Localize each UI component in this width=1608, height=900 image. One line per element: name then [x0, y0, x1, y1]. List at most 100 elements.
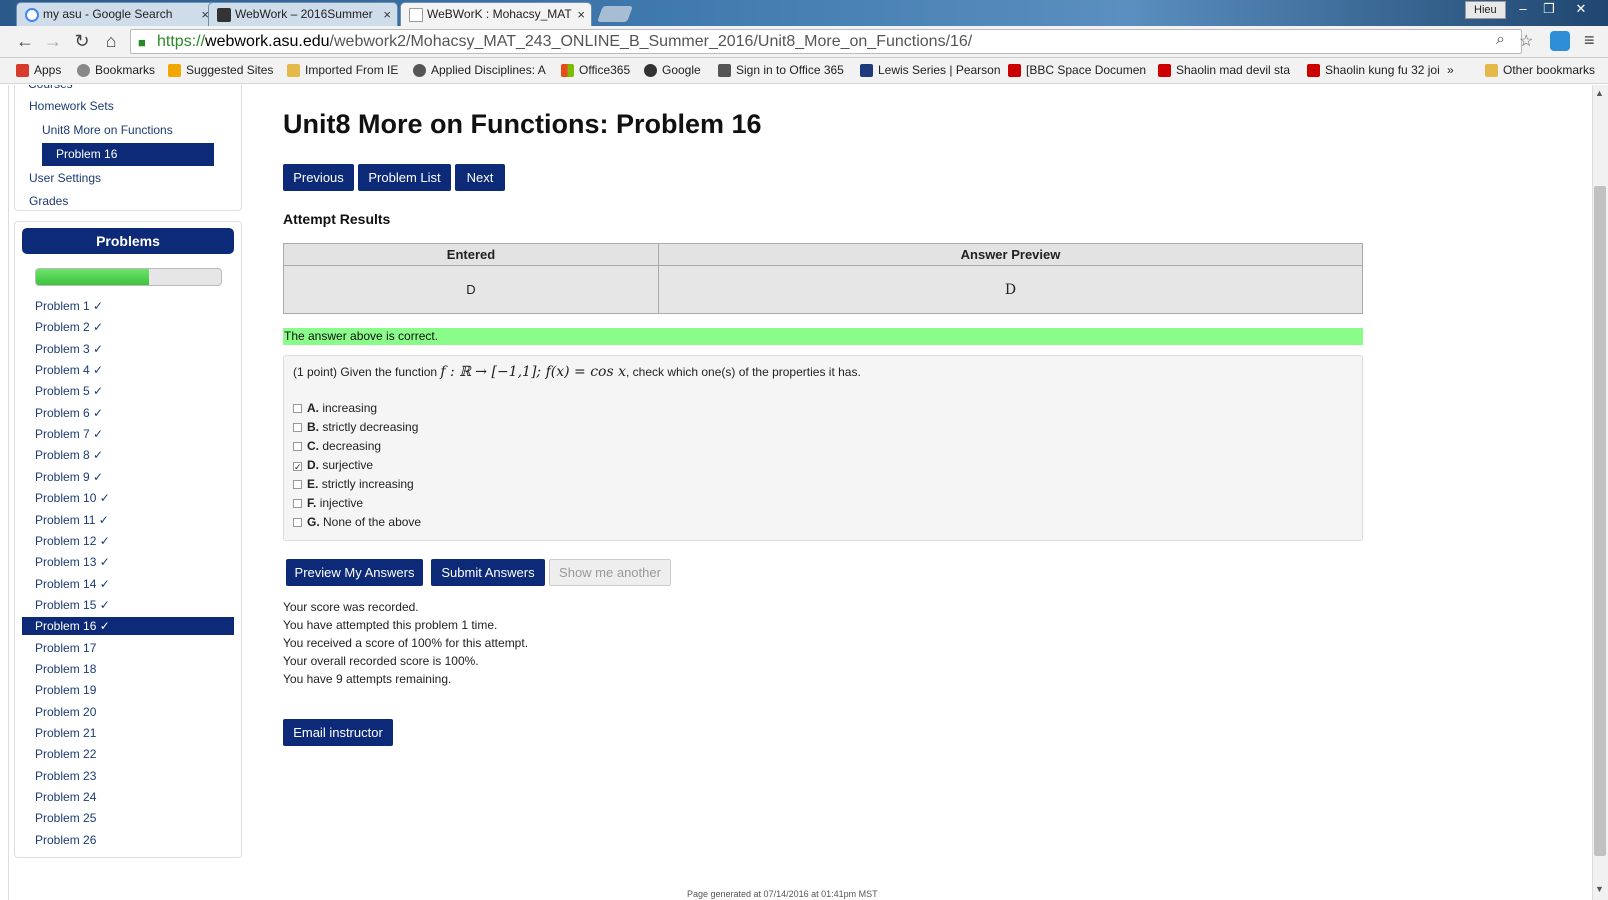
- close-window-icon[interactable]: ✕: [1568, 0, 1594, 18]
- bookmark-bookmarks[interactable]: Bookmarks: [77, 63, 155, 77]
- choice-f[interactable]: F. injective: [293, 496, 363, 510]
- sidebar-problem-item[interactable]: Problem 5 ✓: [22, 382, 234, 400]
- bookmark-label: [BBC Space Documen: [1026, 63, 1147, 77]
- sidebar-problem-item[interactable]: Problem 2 ✓: [22, 318, 234, 336]
- sidebar-problem-item[interactable]: Problem 16 ✓: [22, 617, 234, 635]
- checkbox[interactable]: [293, 480, 302, 489]
- home-icon[interactable]: ⌂: [100, 31, 122, 52]
- sidebar-problem-item[interactable]: Problem 20: [22, 703, 234, 721]
- reload-icon[interactable]: ↻: [71, 31, 93, 52]
- checkbox[interactable]: [293, 423, 302, 432]
- new-tab-button[interactable]: [597, 6, 633, 22]
- choice-letter: C.: [307, 439, 319, 453]
- choice-e[interactable]: E. strictly increasing: [293, 477, 414, 491]
- sidebar-problem-item[interactable]: Problem 17: [22, 639, 234, 657]
- bookmark-star-icon[interactable]: ☆: [1519, 31, 1533, 51]
- bookmark-suggested-sites[interactable]: Suggested Sites: [168, 63, 273, 77]
- bookmark-office365[interactable]: Office365: [561, 63, 630, 77]
- bookmark-applied-disciplines[interactable]: Applied Disciplines: A: [413, 63, 546, 77]
- sidebar-problem-item[interactable]: Problem 24: [22, 788, 234, 806]
- choice-g[interactable]: G. None of the above: [293, 515, 421, 529]
- browser-tab-google[interactable]: my asu - Google Search ×: [16, 2, 216, 26]
- scroll-up-arrow-icon[interactable]: ▲: [1595, 88, 1604, 98]
- sidebar-problem-item[interactable]: Problem 19: [22, 681, 234, 699]
- sidebar-problem-item[interactable]: Problem 7 ✓: [22, 425, 234, 443]
- score-line: Your overall recorded score is 100%.: [283, 654, 479, 668]
- extension-cloud-icon[interactable]: [1550, 31, 1570, 51]
- minimize-icon[interactable]: –: [1510, 0, 1536, 18]
- sidebar-problem-item[interactable]: Problem 3 ✓: [22, 340, 234, 358]
- bookmark-imported-from-ie[interactable]: Imported From IE: [287, 63, 398, 77]
- sidebar-current-problem[interactable]: Problem 16: [42, 143, 214, 166]
- browser-tab-webwork-bb[interactable]: WebWork – 2016Summer ×: [208, 2, 398, 26]
- progress-bar: [35, 268, 222, 286]
- sidebar-problem-item[interactable]: Problem 8 ✓: [22, 446, 234, 464]
- sidebar-problem-item[interactable]: Problem 1 ✓: [22, 297, 234, 315]
- problem-list-button[interactable]: Problem List: [358, 164, 451, 191]
- tab-close-icon[interactable]: ×: [383, 7, 391, 22]
- sidebar-problem-item[interactable]: Problem 10 ✓: [22, 489, 234, 507]
- tab-close-icon[interactable]: ×: [577, 7, 585, 22]
- address-bar[interactable]: ■ https://webwork.asu.edu/webwork2/Mohac…: [130, 29, 1522, 54]
- sidebar-link-grades[interactable]: Grades: [29, 194, 68, 208]
- sidebar-link-set-name[interactable]: Unit8 More on Functions: [42, 123, 173, 137]
- sidebar-problem-item[interactable]: Problem 14 ✓: [22, 575, 234, 593]
- email-instructor-button[interactable]: Email instructor: [283, 719, 393, 746]
- page-title: Unit8 More on Functions: Problem 16: [283, 109, 762, 139]
- suggested-sites-icon: [168, 64, 181, 77]
- scrollbar-thumb[interactable]: [1594, 186, 1606, 856]
- sidebar-problem-item[interactable]: Problem 12 ✓: [22, 532, 234, 550]
- doc-icon: [718, 64, 731, 77]
- choice-c[interactable]: C. decreasing: [293, 439, 381, 453]
- bookmark-other-bookmarks[interactable]: Other bookmarks: [1485, 63, 1595, 77]
- sidebar-link-homework-sets[interactable]: Homework Sets: [29, 99, 114, 113]
- bookmark-lewis-series[interactable]: Lewis Series | Pearson: [860, 63, 1001, 77]
- previous-button[interactable]: Previous: [283, 164, 354, 191]
- bookmark-google[interactable]: Google: [644, 63, 701, 77]
- sidebar-problem-item[interactable]: Problem 23: [22, 767, 234, 785]
- sidebar-problem-item[interactable]: Problem 22: [22, 745, 234, 763]
- choice-b[interactable]: B. strictly decreasing: [293, 420, 418, 434]
- sidebar-problem-item[interactable]: Problem 18: [22, 660, 234, 678]
- choice-d[interactable]: ✓ D. surjective: [293, 458, 373, 472]
- sidebar-problem-item[interactable]: Problem 9 ✓: [22, 468, 234, 486]
- progress-bar-fill: [36, 269, 149, 285]
- restore-icon[interactable]: ❐: [1536, 0, 1562, 18]
- checkbox[interactable]: [293, 442, 302, 451]
- checkbox[interactable]: [293, 499, 302, 508]
- bookmark-apps[interactable]: Apps: [16, 63, 61, 77]
- checkbox-checked[interactable]: ✓: [293, 462, 302, 472]
- bookmark-sign-in-office365[interactable]: Sign in to Office 365: [718, 63, 844, 77]
- sidebar-problem-item[interactable]: Problem 21: [22, 724, 234, 742]
- preview-answers-button[interactable]: Preview My Answers: [286, 559, 423, 586]
- sidebar-problem-item[interactable]: Problem 25: [22, 809, 234, 827]
- forward-arrow-icon[interactable]: →: [42, 31, 64, 52]
- chrome-menu-icon[interactable]: ≡: [1584, 30, 1595, 51]
- choice-text: increasing: [322, 401, 378, 415]
- sidebar-problem-item[interactable]: Problem 4 ✓: [22, 361, 234, 379]
- zoom-search-icon[interactable]: ⌕: [1496, 31, 1505, 49]
- problem-math: f : ℝ → [−1,1]; f(x) = cos x: [440, 364, 627, 380]
- checkbox[interactable]: [293, 518, 302, 527]
- bookmarks-overflow-button[interactable]: »: [1447, 63, 1454, 77]
- profile-button[interactable]: Hieu: [1465, 1, 1506, 19]
- bookmark-bbc-space[interactable]: [BBC Space Documen: [1008, 63, 1146, 77]
- sidebar-link-user-settings[interactable]: User Settings: [29, 171, 101, 185]
- show-me-another-button[interactable]: Show me another: [549, 559, 671, 586]
- sidebar-problem-item[interactable]: Problem 13 ✓: [22, 553, 234, 571]
- blackboard-favicon-icon: [217, 8, 231, 22]
- windows-icon: [561, 64, 574, 77]
- back-arrow-icon[interactable]: ←: [14, 31, 36, 52]
- next-button[interactable]: Next: [455, 164, 505, 191]
- sidebar-problem-item[interactable]: Problem 6 ✓: [22, 404, 234, 422]
- checkbox[interactable]: [293, 404, 302, 413]
- sidebar-problem-item[interactable]: Problem 11 ✓: [22, 511, 234, 529]
- sidebar-problem-item[interactable]: Problem 26: [22, 831, 234, 849]
- bookmark-shaolin-kung-fu[interactable]: Shaolin kung fu 32 joi: [1307, 63, 1440, 77]
- browser-tab-webwork[interactable]: WeBWorK : Mohacsy_MAT ×: [400, 2, 592, 26]
- submit-answers-button[interactable]: Submit Answers: [431, 559, 545, 586]
- sidebar-problem-item[interactable]: Problem 15 ✓: [22, 596, 234, 614]
- choice-a[interactable]: A. increasing: [293, 401, 377, 415]
- scroll-down-arrow-icon[interactable]: ▼: [1595, 884, 1604, 894]
- bookmark-shaolin-mad-devil[interactable]: Shaolin mad devil sta: [1158, 63, 1290, 77]
